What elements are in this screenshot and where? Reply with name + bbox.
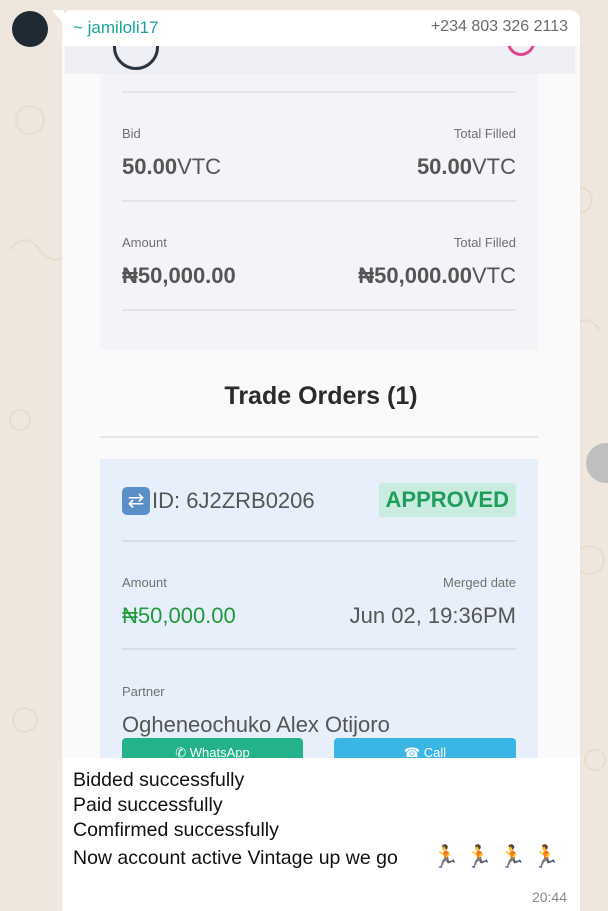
divider [122,200,516,202]
message-text: Bidded successfully Paid successfully Co… [73,768,279,843]
sync-icon: ⇄ [122,487,150,515]
message-line: Paid successfully [73,794,223,816]
order-amount-value: ₦50,000.00 [122,603,236,628]
trade-orders-title: Trade Orders (1) [224,382,418,410]
amount-label: Amount [122,235,167,250]
sender-phone[interactable]: +234 803 326 2113 [431,18,568,36]
divider [122,91,516,93]
merged-date-value: Jun 02, 19:36PM [349,603,516,628]
avatar-ring-secondary [507,46,535,56]
runner-emoji: 🏃🏃🏃🏃 [432,844,566,869]
message-line: Bidded successfully [73,769,245,791]
bid-value: 50.00VTC [122,154,222,179]
status-badge: APPROVED [378,483,516,517]
summary-card: Bid Total Filled 50.00VTC 50.00VTC Amoun… [100,74,538,350]
screenshot-image[interactable]: Bid Total Filled 50.00VTC 50.00VTC Amoun… [62,46,580,758]
partner-label: Partner [122,684,165,699]
sender-avatar[interactable] [12,11,48,47]
screenshot-header [65,46,575,74]
bid-label: Bid [122,126,141,141]
message-time: 20:44 [531,889,567,905]
whatsapp-button[interactable]: ✆ WhatsApp [122,738,303,758]
partner-name: Ogheneochuko Alex Otijoro [122,712,390,737]
amount-filled-label: Total Filled [453,235,516,250]
bid-filled-value: 50.00VTC [416,154,516,179]
message-line: Comfirmed successfully [73,819,279,841]
order-id: ID: 6J2ZRB0206 [152,488,315,513]
amount-value: ₦50,000.00 [122,263,236,288]
call-button[interactable]: ☎ Call [334,738,516,758]
order-id-row: ⇄ ID: 6J2ZRB0206 [122,487,315,515]
divider [122,648,516,650]
section-divider [100,436,538,438]
merged-date-label: Merged date [443,575,516,590]
bid-filled-label: Total Filled [453,126,516,141]
divider [122,309,516,311]
sender-name[interactable]: ~ jamiloli17 [73,18,159,38]
divider [122,540,516,542]
order-amount-label: Amount [122,575,167,590]
message-bubble[interactable]: ~ jamiloli17 +234 803 326 2113 Bid Total… [62,10,580,911]
phone-icon: ☎ [403,745,424,758]
message-line: Now account active Vintage up we go [73,847,398,869]
whatsapp-icon: ✆ [175,745,190,758]
trade-order-card: ⇄ ID: 6J2ZRB0206 APPROVED Amount Merged … [100,459,538,758]
amount-filled-value: ₦50,000.00VTC [358,263,516,288]
avatar-ring [113,46,159,70]
